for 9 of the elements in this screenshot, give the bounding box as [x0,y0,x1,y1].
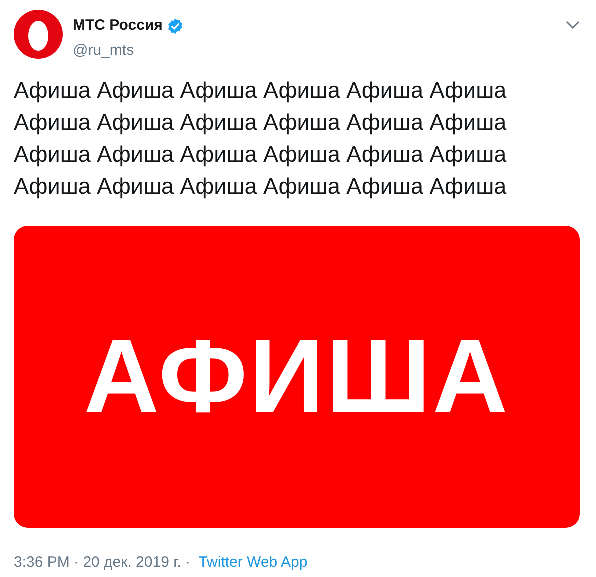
tweet-timestamp: 3:36 PM · 20 дек. 2019 г. · [14,553,192,573]
media-title: АФИША [84,318,510,437]
avatar-logo[interactable] [14,10,63,59]
chevron-down-icon[interactable] [566,21,580,29]
tweet-text: Афиша Афиша Афиша Афиша Афиша Афиша Афиша Афиша Афиша Афиша Афиша Афиша Афиша Афиша Афиша Афиша Афиша Афиша Афиша Афиша Афиша Афиша Афиша Афиша [14,77,508,201]
author-handle[interactable]: @ru_mts [73,40,184,62]
source-link[interactable]: Twitter Web App [198,552,308,574]
author-name[interactable]: МТС Россия [73,15,163,38]
media-card[interactable]: АФИША [14,226,580,528]
